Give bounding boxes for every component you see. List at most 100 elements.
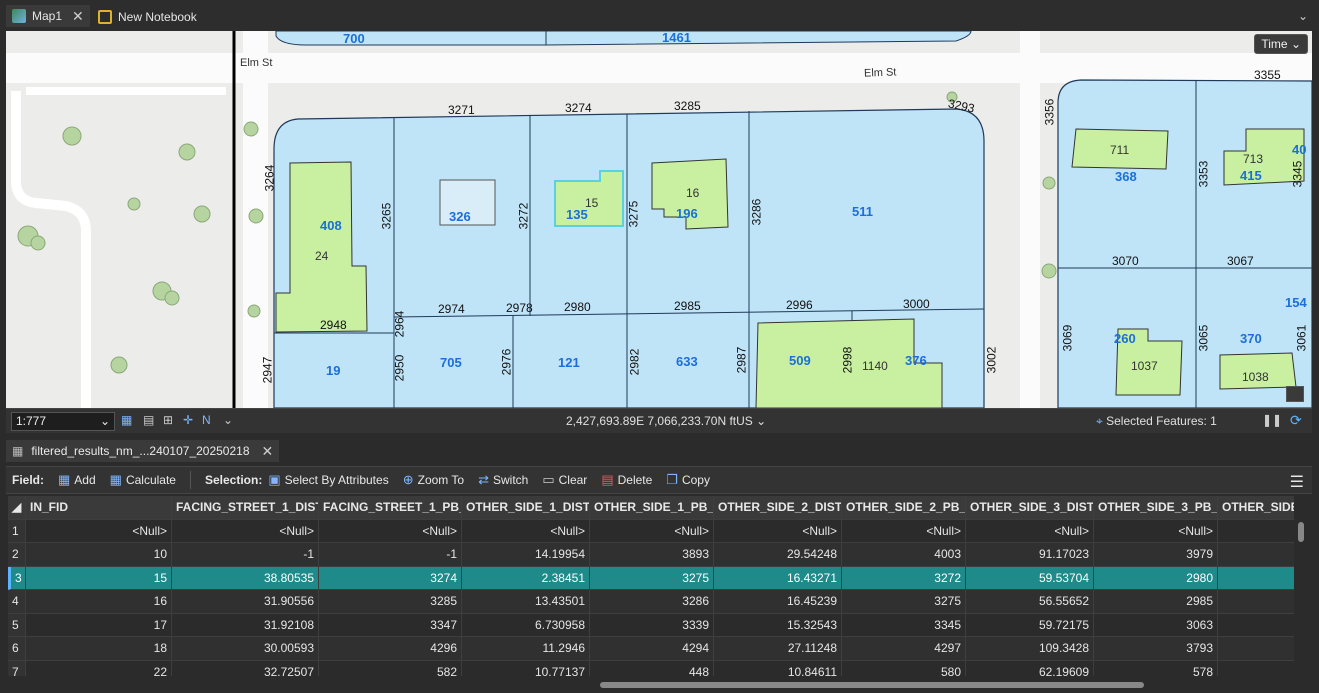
switch-selection-button[interactable]: ⇄ Switch [478, 472, 528, 488]
selected-features[interactable]: ⌖ Selected Features: 1 [1096, 414, 1217, 429]
table-cell[interactable]: -1 [172, 543, 319, 567]
table-cell[interactable]: 18 [26, 637, 172, 661]
table-cell[interactable]: 2.38451 [462, 566, 590, 590]
column-header[interactable]: OTHER_SIDE_3_DIST_FT [966, 496, 1094, 520]
table-cell[interactable]: 3339 [590, 613, 714, 637]
table-cell[interactable]: 4003 [842, 543, 966, 567]
menu-icon[interactable]: ☰ [1290, 472, 1304, 492]
table-cell[interactable]: 10.84611 [714, 660, 842, 676]
copy-button[interactable]: ❐ Copy [666, 472, 710, 488]
table-cell[interactable]: 38.80535 [172, 566, 319, 590]
table-cell[interactable]: 15.32543 [714, 613, 842, 637]
table-cell[interactable]: 3345 [842, 613, 966, 637]
chevron-down-icon[interactable]: ⌄ [1298, 9, 1308, 23]
scale-selector[interactable]: 1:777 ⌄ [11, 412, 115, 431]
table-cell[interactable]: 3793 [1094, 637, 1218, 661]
table-cell[interactable] [1218, 661, 1294, 677]
table-cell[interactable]: <Null> [966, 519, 1094, 543]
table-cell[interactable]: 91.17023 [966, 543, 1094, 567]
horizontal-scrollbar[interactable] [12, 680, 1292, 690]
map-view[interactable]: Elm St Elm St 3271 3274 3285 3293 3264 3… [6, 31, 1312, 408]
column-header[interactable]: FACING_STREET_1_DIST_FT [172, 496, 319, 520]
row-number[interactable]: 4 [8, 590, 26, 614]
column-header[interactable]: OTHER_SIDE_1_DIST_FT [462, 496, 590, 520]
table-row[interactable]: 1 <Null> <Null> <Null> <Null> <Null> <Null> <Nu… [8, 519, 1294, 543]
table-cell[interactable]: 3063 [1094, 613, 1218, 637]
select-all-corner[interactable]: ◢ [8, 496, 26, 520]
tab-map1[interactable]: Map1 ✕ [6, 5, 90, 29]
table-cell[interactable]: 59.72175 [966, 613, 1094, 637]
refresh-icon[interactable]: ⟳ [1290, 412, 1302, 429]
table-cell[interactable]: 17 [26, 613, 172, 637]
tab-new-notebook[interactable]: New Notebook [92, 5, 203, 29]
table-cell[interactable]: 2985 [1094, 590, 1218, 614]
table-cell[interactable]: 27.11248 [714, 637, 842, 661]
table-cell[interactable]: <Null> [462, 519, 590, 543]
zoom-to-button[interactable]: ⊕ Zoom To [403, 472, 464, 488]
north-arrow-icon[interactable]: N [202, 413, 211, 427]
clear-selection-button[interactable]: ▭ Clear [542, 472, 587, 488]
table-cell[interactable]: 109.3428 [966, 637, 1094, 661]
row-number[interactable]: 1 [8, 519, 26, 543]
column-header[interactable]: OTHER_SIDE_3_PB_FID [1094, 496, 1218, 520]
time-slider-button[interactable]: Time ⌄ [1254, 34, 1308, 54]
table-cell[interactable]: 16.43271 [714, 566, 842, 590]
table-cell[interactable]: 4294 [590, 637, 714, 661]
table-cell[interactable]: 13.43501 [462, 590, 590, 614]
table-cell[interactable]: 2980 [1094, 566, 1218, 590]
table-cell[interactable]: 59.53704 [966, 566, 1094, 590]
chevron-down-icon[interactable]: ⌄ [223, 413, 233, 427]
table-cell[interactable]: 31.92108 [172, 613, 319, 637]
table-cell[interactable] [1218, 637, 1294, 661]
add-field-button[interactable]: ▦ Add [58, 472, 96, 488]
vertical-scrollbar[interactable] [1296, 520, 1306, 670]
table-cell[interactable]: 10.77137 [462, 660, 590, 676]
table-cell[interactable]: 10 [26, 543, 172, 567]
calculate-field-button[interactable]: ▦ Calculate [110, 472, 176, 488]
column-header[interactable]: OTHER_SIDE_2_DIST_FT [714, 496, 842, 520]
close-icon[interactable]: ✕ [262, 443, 274, 460]
table-cell[interactable]: <Null> [1094, 519, 1218, 543]
scroll-thumb[interactable] [600, 682, 1144, 688]
table-row[interactable]: 2 10 -1 -1 14.19954 3893 29.54248 4003 91.17023 3… [8, 543, 1294, 567]
column-header[interactable]: IN_FID [26, 496, 172, 520]
table-cell[interactable]: -1 [319, 543, 462, 567]
table-cell[interactable]: 4296 [319, 637, 462, 661]
table-cell[interactable]: 11.2946 [462, 637, 590, 661]
table-cell[interactable]: 582 [319, 660, 462, 676]
table-cell[interactable]: 3979 [1094, 543, 1218, 567]
table-row[interactable]: 6 18 30.00593 4296 11.2946 4294 27.11248 4297 10… [8, 637, 1294, 661]
column-header[interactable]: OTHER_SIDE_4 [1218, 496, 1294, 520]
table-cell[interactable] [1218, 614, 1294, 637]
table-cell[interactable]: <Null> [26, 519, 172, 543]
grid-icon[interactable]: ▤ [143, 413, 154, 427]
row-number[interactable]: 2 [8, 543, 26, 567]
table-row[interactable]: 4 16 31.90556 3285 13.43501 3286 16.45239 3275 5… [8, 590, 1294, 614]
table-cell[interactable]: 3275 [590, 566, 714, 590]
table-cell[interactable]: <Null> [319, 519, 462, 543]
table-cell[interactable] [1218, 590, 1294, 614]
table-cell[interactable]: 29.54248 [714, 543, 842, 567]
table-cell[interactable] [1218, 566, 1294, 590]
chevron-down-icon[interactable]: ⌄ [756, 414, 766, 428]
table-row[interactable]: 3 15 38.80535 3274 2.38451 3275 16.43271 3272 59… [8, 566, 1294, 590]
table-row[interactable]: 7 22 32.72507 582 10.77137 448 10.84611 580 62.1… [8, 660, 1294, 677]
table-cell[interactable]: 448 [590, 660, 714, 676]
table-cell[interactable]: 578 [1094, 660, 1218, 676]
row-number[interactable]: 7 [8, 660, 26, 676]
table-cell[interactable]: 14.19954 [462, 543, 590, 567]
table-cell[interactable]: 3285 [319, 590, 462, 614]
table-cell[interactable]: <Null> [172, 519, 319, 543]
table-cell[interactable]: 56.55652 [966, 590, 1094, 614]
table-cell[interactable]: 62.19609 [966, 660, 1094, 676]
tab-attribute-table[interactable]: ▦ filtered_results_nm_...240107_20250218… [6, 440, 280, 462]
table-cell[interactable]: 3272 [842, 566, 966, 590]
select-by-attributes-button[interactable]: ▣ Select By Attributes [268, 472, 388, 488]
table-cell[interactable]: 3275 [842, 590, 966, 614]
table-cell[interactable]: 3286 [590, 590, 714, 614]
table-row[interactable]: 5 17 31.92108 3347 6.730958 3339 15.32543 3345 5… [8, 613, 1294, 637]
delete-button[interactable]: ▤ Delete [601, 472, 652, 488]
table-cell[interactable]: 22 [26, 660, 172, 676]
table-cell[interactable]: 30.00593 [172, 637, 319, 661]
table-cell[interactable]: 31.90556 [172, 590, 319, 614]
